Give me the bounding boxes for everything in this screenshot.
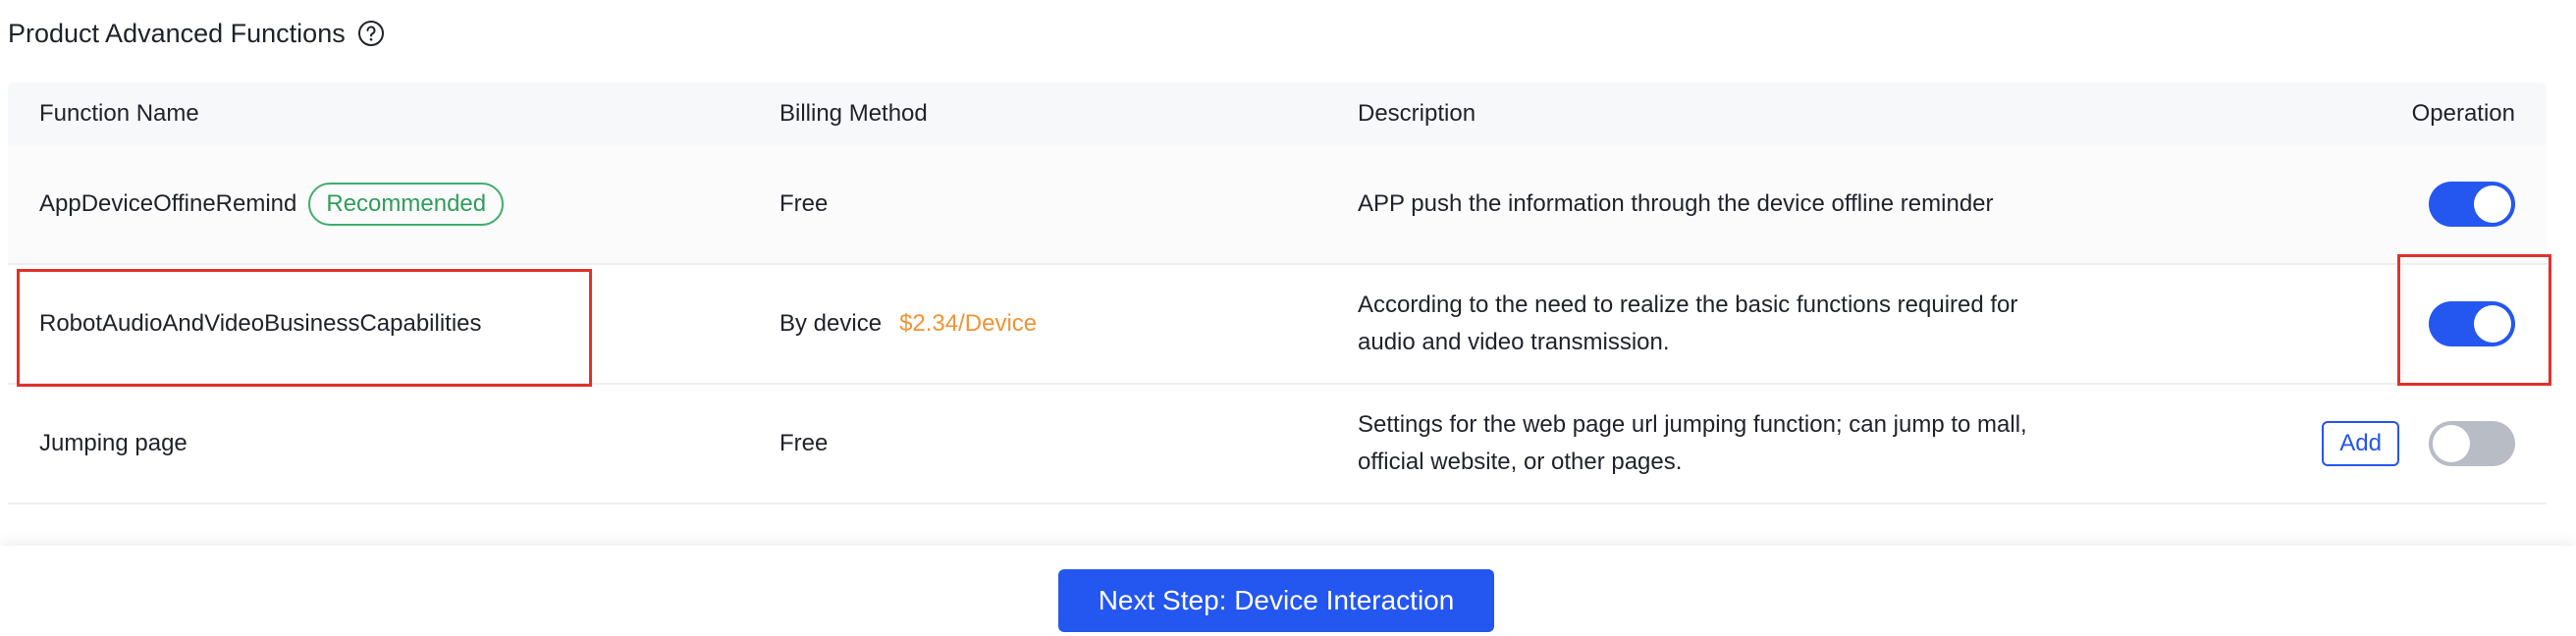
function-name: RobotAudioAndVideoBusinessCapabilities	[39, 310, 482, 337]
billing-method-cell: By device $2.34/Device	[779, 265, 1037, 383]
next-step-button[interactable]: Next Step: Device Interaction	[1058, 569, 1494, 632]
price-label: $2.34/Device	[899, 310, 1038, 337]
billing-method: Free	[779, 430, 829, 456]
recommended-badge: Recommended	[308, 183, 505, 226]
toggle-knob	[2474, 186, 2511, 223]
advanced-functions-table: Function Name Billing Method Description…	[8, 82, 2547, 504]
function-name-cell: RobotAudioAndVideoBusinessCapabilities	[39, 265, 482, 383]
header-billing-method: Billing Method	[779, 100, 928, 127]
function-description: According to the need to realize the bas…	[1358, 292, 2018, 355]
function-toggle[interactable]	[2429, 182, 2515, 227]
footer-bar: Next Step: Device Interaction	[0, 546, 2576, 636]
question-circle-icon[interactable]	[357, 20, 385, 47]
function-description: Settings for the web page url jumping fu…	[1358, 411, 2027, 475]
table-row: Jumping page Free Settings for the web p…	[8, 385, 2547, 504]
billing-method: Free	[779, 190, 829, 217]
table-row: AppDeviceOffineRemind Recommended Free A…	[8, 145, 2547, 265]
toggle-knob	[2474, 305, 2511, 343]
table-row: RobotAudioAndVideoBusinessCapabilities B…	[8, 265, 2547, 385]
header-operation: Operation	[2411, 100, 2515, 127]
table-header: Function Name Billing Method Description…	[8, 82, 2547, 145]
toggle-knob	[2433, 425, 2470, 462]
function-description: APP push the information through the dev…	[1358, 190, 1994, 217]
section-title: Product Advanced Functions	[8, 18, 346, 48]
header-function-name: Function Name	[39, 100, 199, 127]
function-name: AppDeviceOffineRemind	[39, 190, 297, 217]
add-button[interactable]: Add	[2322, 421, 2399, 466]
section-header: Product Advanced Functions	[8, 14, 385, 53]
function-name: Jumping page	[39, 430, 188, 456]
header-description: Description	[1358, 100, 1476, 127]
billing-method: By device	[779, 310, 883, 337]
function-name-cell: AppDeviceOffineRemind Recommended	[39, 145, 505, 263]
function-toggle[interactable]	[2429, 301, 2515, 346]
function-toggle[interactable]	[2429, 421, 2515, 466]
